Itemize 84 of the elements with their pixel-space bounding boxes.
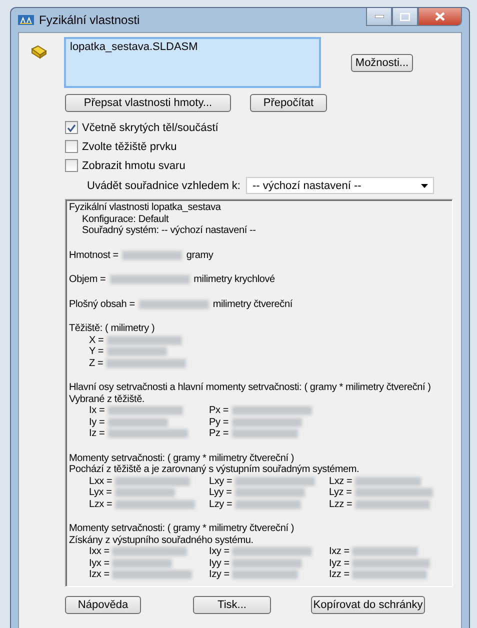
- result-unit: milimetry krychlové: [194, 274, 275, 286]
- coordinate-dropdown[interactable]: -- výchozí nastavení --: [246, 177, 434, 194]
- result-text: Pochází z těžiště a je zarovnaný s výstupním souřadným systémem.: [69, 464, 360, 476]
- result-text: Konfigurace: Default: [81, 214, 170, 225]
- result-text: Fyzikální vlastnosti lopatka_sestava: [69, 202, 222, 214]
- redacted-value: [234, 488, 305, 498]
- checkbox[interactable]: [65, 140, 78, 153]
- result-label: Hmotnost =: [69, 250, 118, 261]
- window-title: Fyzikální vlastnosti: [39, 13, 140, 27]
- checkmark-icon: [67, 124, 76, 132]
- redacted-value: [232, 418, 302, 427]
- scale-icon: [18, 14, 34, 26]
- minimize-button[interactable]: [366, 8, 392, 26]
- result-label: Lyy =: [209, 487, 232, 498]
- redacted-value: [108, 418, 168, 427]
- maximize-button[interactable]: [392, 8, 418, 26]
- checkbox-label: Zvolte těžiště prvku: [82, 140, 177, 152]
- result-text: Souřadný systém: -- výchozí nastavení --: [81, 225, 257, 236]
- result-text: Hlavní osy setrvačnosti a hlavní momenty setrvačnosti: ( gramy * milimetry čtvereční ): [69, 382, 432, 394]
- result-label: Pz =: [209, 428, 228, 440]
- result-label: Ixz =: [329, 546, 350, 558]
- result-label: Lzy =: [209, 498, 232, 510]
- result-label: Py =: [209, 416, 228, 428]
- result-text: Momenty setrvačnosti: ( gramy * milimetry čtvereční ): [69, 523, 296, 534]
- redacted-value: [114, 488, 175, 498]
- redacted-value: [232, 429, 298, 438]
- result-text: Vybrané z těžiště.: [69, 394, 146, 405]
- result-label: Izy =: [209, 569, 230, 580]
- result-text: Získány z výstupního souřadného systému.: [69, 534, 254, 546]
- result-label: Lxy =: [209, 476, 232, 487]
- result-label: Lxz =: [329, 476, 352, 487]
- caret-icon: [421, 184, 428, 188]
- result-unit: gramy: [186, 250, 214, 261]
- result-label: Objem =: [69, 274, 106, 286]
- redacted-value: [138, 300, 209, 309]
- result-text: Momenty setrvačnosti: ( gramy * milimetry čtvereční ): [69, 452, 296, 464]
- result-label: Iyx =: [89, 558, 110, 569]
- redacted-value: [355, 476, 422, 486]
- footer-button[interactable]: Nápověda: [65, 596, 141, 614]
- result-label: Lzx =: [89, 498, 112, 510]
- result-label: Ixx =: [89, 546, 110, 558]
- result-label: Izz =: [329, 569, 350, 580]
- minimize-icon: [374, 15, 384, 18]
- result-label: Iyz =: [329, 558, 350, 569]
- recalculate-button[interactable]: Přepočítat: [250, 94, 327, 112]
- assembly-icon: [31, 45, 47, 59]
- result-label: Iz =: [89, 428, 105, 440]
- result-text: Těžiště: ( milimetry ): [69, 323, 156, 334]
- close-icon: [435, 12, 445, 21]
- override-button[interactable]: Přepsat vlastnosti hmoty...: [65, 94, 231, 112]
- result-label: Ix =: [89, 405, 105, 416]
- footer-button[interactable]: Tisk...: [193, 596, 271, 614]
- checkbox-label: Včetně skrytých těl/součástí: [82, 122, 218, 134]
- result-label: X =: [89, 334, 104, 346]
- result-label: Lxx =: [89, 476, 112, 487]
- result-label: Px =: [209, 405, 228, 416]
- redacted-value: [106, 347, 167, 356]
- redacted-value: [235, 500, 302, 509]
- result-label: Lyz =: [329, 487, 352, 498]
- result-label: Y =: [89, 346, 104, 358]
- result-unit: milimetry čtvereční: [212, 298, 292, 310]
- redacted-value: [352, 547, 418, 556]
- result-label: Plošný obsah =: [69, 298, 135, 310]
- result-label: Lyx =: [89, 487, 112, 498]
- result-label: Iy =: [89, 416, 105, 428]
- redacted-value: [232, 570, 298, 580]
- checkbox-label: Zobrazit hmotu svaru: [82, 160, 186, 172]
- redacted-value: [122, 250, 182, 260]
- result-label: Izx =: [89, 569, 110, 580]
- coordinate-label: Uvádět souřadnice vzhledem k:: [87, 180, 240, 192]
- result-label: Iyy =: [209, 558, 230, 569]
- close-button[interactable]: [418, 8, 462, 26]
- options-button[interactable]: Možnosti...: [351, 54, 413, 72]
- result-label: Z =: [89, 358, 104, 369]
- redacted-value: [112, 558, 172, 568]
- footer-button[interactable]: Kopírovat do schránky: [311, 596, 425, 614]
- checkbox[interactable]: [65, 159, 78, 172]
- result-label: Ixy =: [209, 546, 230, 558]
- selection-list[interactable]: lopatka_sestava.SLDASM: [64, 37, 321, 88]
- result-label: Lzz =: [329, 498, 352, 510]
- maximize-icon: [400, 12, 410, 20]
- selection-item[interactable]: lopatka_sestava.SLDASM: [70, 41, 198, 53]
- checkbox[interactable]: [65, 121, 78, 134]
- redacted-value: [232, 558, 302, 568]
